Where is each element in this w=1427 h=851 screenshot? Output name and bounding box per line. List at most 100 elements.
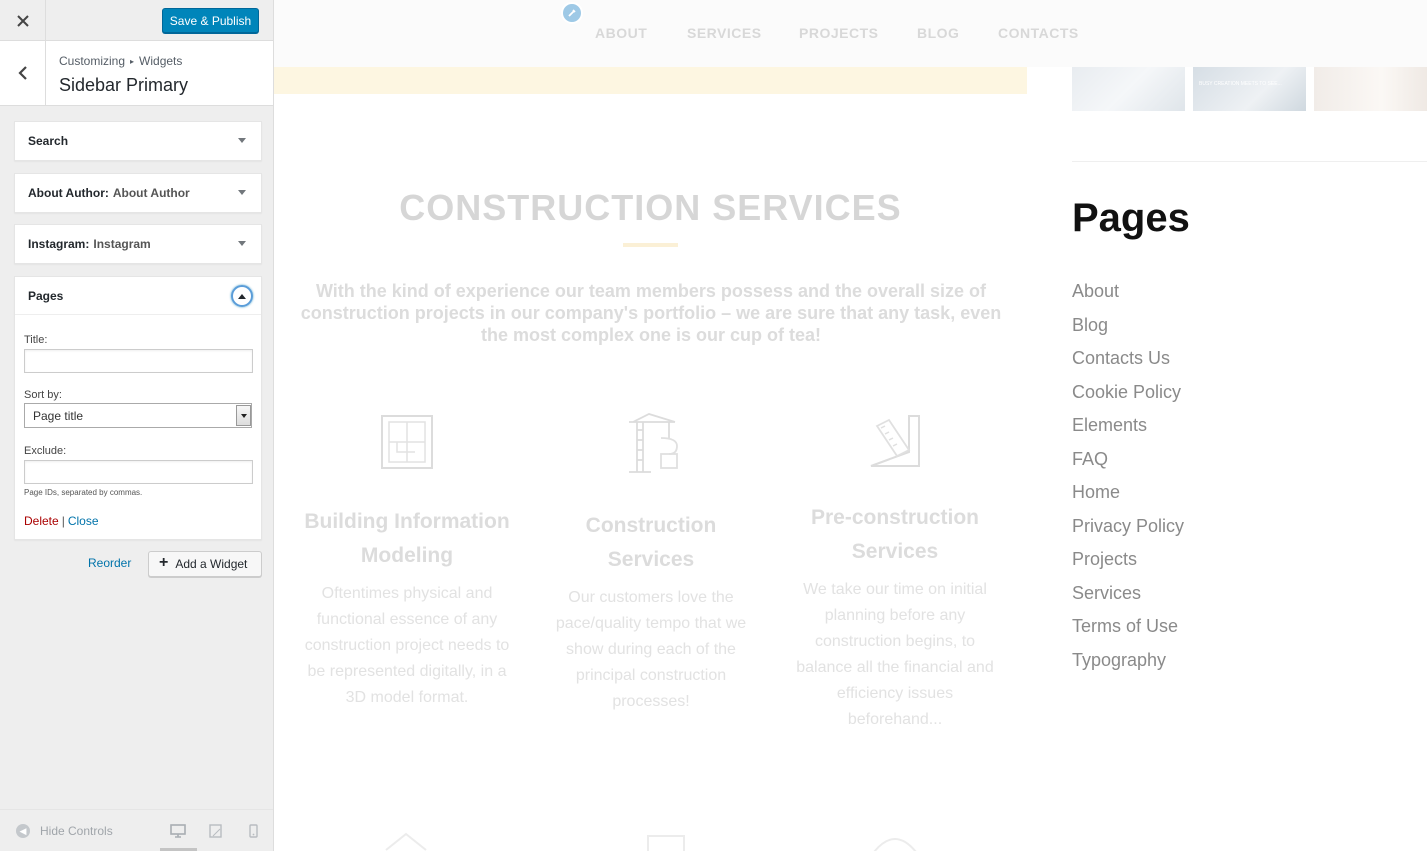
service-card: Pre-construction Services We take our ti…: [790, 412, 1000, 733]
sidebar-pages-list: About Blog Contacts Us Cookie Policy Ele…: [1072, 279, 1184, 681]
section-title: Sidebar Primary: [59, 75, 189, 95]
nav-services[interactable]: SERVICES: [687, 25, 762, 41]
service-text: We take our time on initial planning bef…: [796, 581, 994, 728]
pencil-edit-icon[interactable]: [561, 2, 583, 24]
widget-title: Pages: [28, 288, 64, 303]
nav-blog[interactable]: BLOG: [917, 25, 959, 41]
close-customizer-button[interactable]: [0, 0, 46, 41]
service-text: Oftentimes physical and functional essen…: [304, 585, 510, 706]
widget-subtitle: Instagram: [93, 237, 151, 251]
blueprint-icon: [381, 415, 433, 469]
page-link-projects[interactable]: Projects: [1072, 547, 1184, 581]
service-title: Building Information Modeling: [304, 510, 510, 567]
customizer-window: Save & Publish Customizing ▸ Widgets Sideb…: [0, 0, 1427, 851]
service-text: Our customers love the pace/quality temp…: [555, 589, 747, 710]
close-link[interactable]: Close: [68, 514, 99, 528]
heading-underline: [623, 243, 678, 247]
collapse-icon[interactable]: [231, 285, 253, 307]
reorder-link[interactable]: Reorder: [88, 556, 131, 570]
nav-about[interactable]: ABOUT: [595, 25, 647, 41]
panel-footer: ◀ Hide Controls: [0, 809, 273, 851]
document-icon: [647, 835, 685, 851]
gallery-thumb[interactable]: [1314, 67, 1427, 111]
gallery-thumb[interactable]: BUSY CREATION MEETS TO SEE...: [1193, 67, 1306, 111]
widget-search[interactable]: Search: [14, 121, 262, 161]
site-nav: ABOUT SERVICES PROJECTS BLOG CONTACTS: [274, 0, 1427, 67]
chevron-left-icon: [17, 66, 27, 80]
section-header: Customizing ▸ Widgets Sidebar Primary: [0, 41, 273, 106]
mobile-preview-icon[interactable]: [249, 824, 258, 843]
widget-header[interactable]: About Author: About Author: [15, 174, 261, 212]
sidebar-divider: [1072, 161, 1427, 162]
page-link-privacy-policy[interactable]: Privacy Policy: [1072, 514, 1184, 548]
add-widget-label: Add a Widget: [175, 557, 248, 571]
caret-down-icon[interactable]: [238, 190, 246, 195]
widget-subtitle: About Author: [112, 186, 190, 200]
house-icon: [385, 832, 427, 851]
nav-contacts[interactable]: CONTACTS: [998, 25, 1079, 41]
widget-about-author[interactable]: About Author: About Author: [14, 173, 262, 213]
back-button[interactable]: [0, 41, 46, 105]
add-widget-button[interactable]: + Add a Widget: [148, 551, 262, 577]
delete-link[interactable]: Delete: [24, 514, 59, 528]
thumb-caption: BUSY CREATION MEETS TO SEE...: [1199, 81, 1282, 87]
page-link-blog[interactable]: Blog: [1072, 313, 1184, 347]
widget-pages: Pages Title: Sort by: Page title Exclude…: [14, 276, 262, 540]
notice-bar: [274, 67, 1027, 94]
breadcrumb-separator: ▸: [130, 57, 135, 66]
services-intro: With the kind of experience our team mem…: [300, 281, 1002, 345]
page-link-services[interactable]: Services: [1072, 581, 1184, 615]
page-link-elements[interactable]: Elements: [1072, 413, 1184, 447]
exclude-hint: Page IDs, separated by commas.: [24, 488, 143, 497]
arrow-left-circle-icon: ◀: [16, 824, 30, 838]
plus-icon: +: [159, 554, 169, 571]
close-icon: [16, 14, 29, 27]
hide-controls-button[interactable]: ◀ Hide Controls: [16, 824, 113, 838]
service-title: Construction Services: [585, 514, 717, 571]
site-preview: ABOUT SERVICES PROJECTS BLOG CONTACTS BU…: [274, 0, 1427, 851]
page-link-typography[interactable]: Typography: [1072, 648, 1184, 682]
hide-controls-label: Hide Controls: [40, 824, 113, 838]
page-link-contacts[interactable]: Contacts Us: [1072, 346, 1184, 380]
page-link-about[interactable]: About: [1072, 279, 1184, 313]
breadcrumb-leaf: Widgets: [139, 54, 183, 68]
service-card: Construction Services Our customers love…: [546, 412, 756, 715]
nav-projects[interactable]: PROJECTS: [799, 25, 878, 41]
panel-header: Save & Publish: [0, 0, 273, 41]
exclude-label: Exclude:: [24, 445, 67, 457]
action-separator: |: [61, 514, 65, 528]
save-publish-button[interactable]: Save & Publish: [162, 8, 259, 33]
widget-instagram[interactable]: Instagram: Instagram: [14, 224, 262, 264]
caret-down-icon[interactable]: [238, 138, 246, 143]
services-heading: CONSTRUCTION SERVICES: [399, 187, 902, 228]
page-link-home[interactable]: Home: [1072, 480, 1184, 514]
breadcrumb-root: Customizing: [59, 54, 126, 68]
gallery-thumb[interactable]: [1072, 67, 1185, 111]
exclude-input[interactable]: [24, 460, 253, 484]
breadcrumb: Customizing ▸ Widgets: [59, 54, 182, 68]
sidebar-pages-title: Pages: [1072, 196, 1190, 240]
caret-down-icon[interactable]: [238, 241, 246, 246]
widget-header[interactable]: Pages: [15, 277, 261, 315]
tablet-preview-icon[interactable]: [209, 824, 222, 843]
customizer-panel: Save & Publish Customizing ▸ Widgets Sideb…: [0, 0, 274, 851]
widget-header[interactable]: Instagram: Instagram: [15, 225, 261, 263]
widget-header[interactable]: Search: [15, 122, 261, 160]
widget-title: Instagram:: [28, 237, 90, 251]
service-title: Pre-construction Services: [810, 506, 980, 563]
widget-title: Search: [28, 134, 69, 148]
sort-label: Sort by:: [24, 389, 62, 401]
page-link-faq[interactable]: FAQ: [1072, 447, 1184, 481]
widget-title: About Author:: [28, 186, 109, 200]
page-link-terms[interactable]: Terms of Use: [1072, 614, 1184, 648]
page-link-cookie-policy[interactable]: Cookie Policy: [1072, 380, 1184, 414]
sort-select[interactable]: Page title: [24, 403, 252, 428]
sort-select-value: Page title: [33, 408, 84, 423]
service-card: Building Information Modeling Oftentimes…: [302, 412, 512, 711]
ruler-tools-icon: [870, 415, 920, 467]
title-input[interactable]: [24, 349, 253, 373]
helmet-icon: [873, 838, 917, 851]
dropdown-arrow-icon[interactable]: [236, 405, 251, 426]
desktop-preview-icon[interactable]: [170, 824, 186, 843]
title-label: Title:: [24, 334, 48, 346]
